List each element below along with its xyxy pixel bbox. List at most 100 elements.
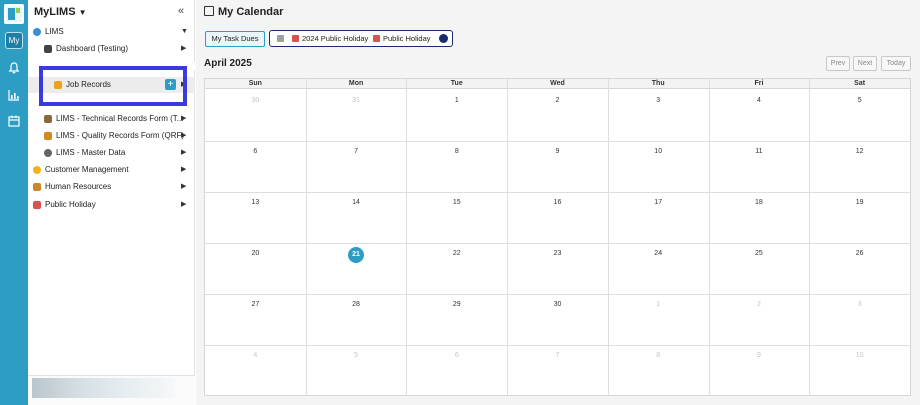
sidebar-item-label: Human Resources [45,182,112,191]
today-date[interactable]: 21 [348,247,365,263]
weekday-sun: Sun [248,80,262,87]
sidebar-item-label: Public Holiday [45,200,96,209]
grid-line [406,79,407,395]
calendar-date[interactable]: 31 [346,97,366,104]
calendar-date[interactable]: 11 [749,148,769,155]
calendar-date[interactable]: 17 [648,199,668,206]
calendar-date[interactable]: 30 [245,97,265,104]
weekday-thu: Thu [651,80,665,87]
calendar-date[interactable]: 1 [648,301,668,308]
sidebar-item-label: Customer Management [45,165,129,174]
grid-line [809,79,810,395]
calendar-date[interactable]: 18 [749,199,769,206]
calendar-date[interactable]: 10 [648,148,668,155]
sidebar-item-quality-records[interactable]: LIMS - Quality Records Form (QRF) ▶ [28,128,195,144]
app-window: My MyLIMS ▼ « LIMS ▼ Dashboard (Testing)… [0,0,920,405]
calendar-date[interactable]: 3 [850,301,870,308]
page-title-text: My Calendar [218,6,284,18]
chevron-right-icon: ▶ [181,132,187,139]
color-dot-icon[interactable] [439,34,448,43]
calendar-date[interactable]: 29 [447,301,467,308]
today-button[interactable]: Today [881,56,911,71]
calendar-filter[interactable]: 2024 Public Holiday Public Holiday [269,30,453,47]
next-button[interactable]: Next [853,56,877,71]
calendar-date[interactable]: 30 [548,301,568,308]
collapse-sidebar-icon[interactable]: « [178,5,184,17]
gear-icon [44,149,52,157]
month-label: April 2025 [204,58,252,69]
tools-icon [44,115,52,123]
calendar-date[interactable]: 4 [749,97,769,104]
calendar-grid: Sun Mon Tue Wed Thu Fri Sat 30 31 1 2 3 4 5 6 7 8 9 10 11 1… [204,78,911,396]
calendar-date[interactable]: 9 [548,148,568,155]
my-task-dues-button[interactable]: My Task Dues [205,31,265,47]
chevron-right-icon: ▶ [181,45,187,52]
calendar-date[interactable]: 23 [548,250,568,257]
grid-line [306,79,307,395]
chevron-right-icon: ▶ [181,183,187,190]
calendar-date[interactable]: 20 [245,250,265,257]
prev-button[interactable]: Prev [826,56,850,71]
calendar-date[interactable]: 6 [447,352,467,359]
calendar-date[interactable]: 4 [245,352,265,359]
bell-icon[interactable] [7,61,21,75]
calendar-date[interactable]: 12 [850,148,870,155]
sidebar: MyLIMS ▼ « LIMS ▼ Dashboard (Testing) ▶ J… [28,0,212,405]
grid-line [205,345,910,346]
sidebar-item-dashboard[interactable]: Dashboard (Testing) ▶ [28,41,195,57]
calendar-date[interactable]: 5 [346,352,366,359]
sidebar-item-customer-management[interactable]: Customer Management ▶ [28,162,195,178]
calendar-date[interactable]: 19 [850,199,870,206]
sidebar-item-human-resources[interactable]: Human Resources ▶ [28,179,195,195]
chevron-right-icon: ▶ [181,166,187,173]
sidebar-item-lims[interactable]: LIMS ▼ [28,24,195,40]
grid-line [205,141,910,142]
calendar-date[interactable]: 8 [447,148,467,155]
calendar-date[interactable]: 10 [850,352,870,359]
weekday-mon: Mon [348,80,364,87]
calendar-date[interactable]: 14 [346,199,366,206]
calendar-date[interactable]: 2 [749,301,769,308]
calendar-date[interactable]: 15 [447,199,467,206]
calendar-date[interactable]: 26 [850,250,870,257]
holiday-icon [292,35,299,42]
app-switcher[interactable]: MyLIMS ▼ [34,6,86,18]
calendar-date[interactable]: 2 [548,97,568,104]
calendar-icon[interactable] [7,114,21,128]
calendar-date[interactable]: 3 [648,97,668,104]
weekday-tue: Tue [450,80,463,87]
grid-line [205,192,910,193]
calendar-date[interactable]: 5 [850,97,870,104]
calendar-date[interactable]: 1 [447,97,467,104]
sidebar-item-public-holiday[interactable]: Public Holiday ▶ [28,197,195,213]
sidebar-item-label: Dashboard (Testing) [56,44,129,53]
highlight-annotation [39,66,187,106]
calendar-date[interactable]: 8 [648,352,668,359]
sidebar-item-technical-records[interactable]: LIMS - Technical Records Form (T... ▶ [28,111,195,127]
sidebar-item-label: LIMS [45,27,64,36]
calendar-date[interactable]: 24 [648,250,668,257]
calendar-date[interactable]: 22 [447,250,467,257]
my-button[interactable]: My [5,32,23,49]
calendar-date[interactable]: 28 [346,301,366,308]
calendar-date[interactable]: 25 [749,250,769,257]
user-icon [44,45,52,53]
sidebar-item-master-data[interactable]: LIMS - Master Data ▶ [28,145,195,161]
calendar-date[interactable]: 16 [548,199,568,206]
chevron-right-icon: ▶ [181,149,187,156]
icon-rail: My [0,0,28,405]
calendar-date[interactable]: 27 [245,301,265,308]
calendar-date[interactable]: 9 [749,352,769,359]
badge-icon [44,132,52,140]
grid-line [709,79,710,395]
calendar-date[interactable]: 7 [346,148,366,155]
app-logo-icon[interactable] [4,4,24,24]
calendar-date[interactable]: 7 [548,352,568,359]
calendar-date[interactable]: 6 [245,148,265,155]
chart-icon[interactable] [7,88,21,102]
people-icon [277,35,284,42]
calendar-icon [33,201,41,209]
calendar-date[interactable]: 13 [245,199,265,206]
weekday-header: Sun Mon Tue Wed Thu Fri Sat [205,79,910,89]
app-name: MyLIMS [34,6,76,18]
